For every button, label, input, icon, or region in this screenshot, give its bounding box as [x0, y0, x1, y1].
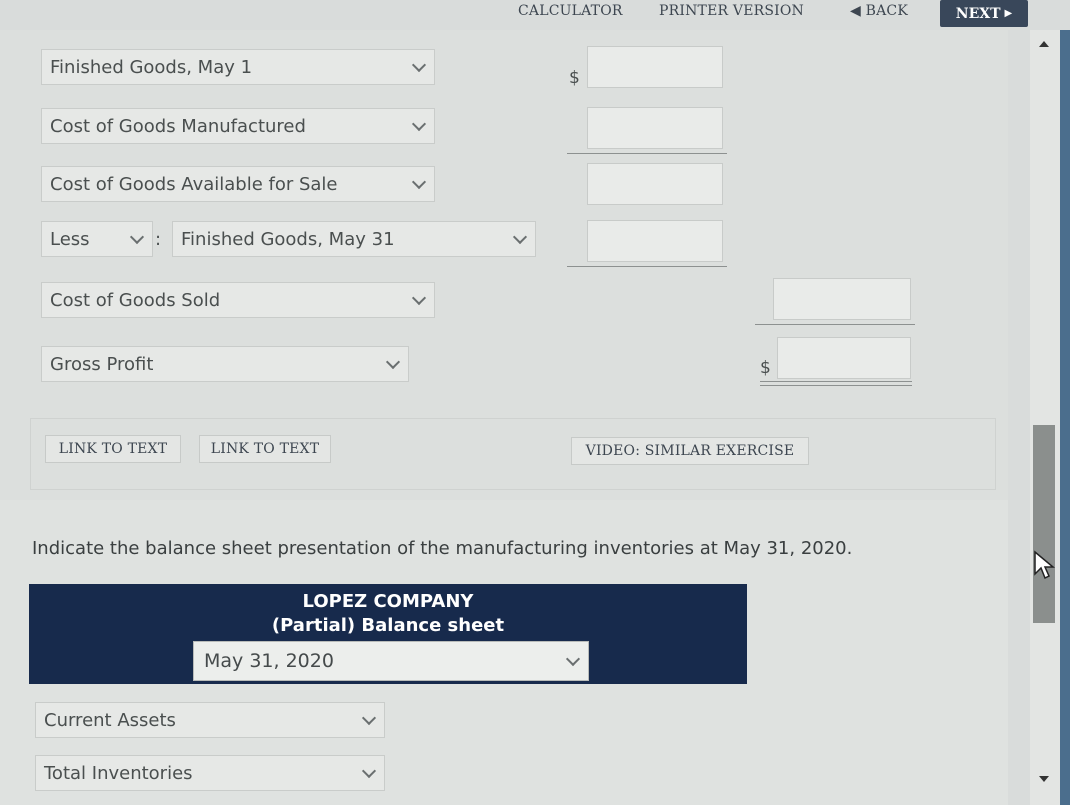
amount-input-row6[interactable] [777, 337, 911, 379]
vertical-scrollbar[interactable] [1030, 30, 1060, 805]
chevron-down-icon [411, 174, 427, 190]
scroll-down-icon[interactable] [1039, 776, 1049, 782]
colon-separator: : [155, 229, 162, 250]
scrollbar-thumb[interactable] [1033, 425, 1055, 623]
question-text: Indicate the balance sheet presentation … [32, 538, 853, 559]
next-label: NEXT [955, 5, 1001, 22]
current-assets-select[interactable]: Current Assets [35, 702, 385, 738]
cost-goods-sold-select[interactable]: Cost of Goods Sold [41, 282, 435, 318]
amount-input-row1[interactable] [587, 46, 723, 88]
caret-right-icon: ▶ [1004, 8, 1013, 19]
double-underline-top [760, 381, 912, 382]
select-value: Less [50, 228, 90, 250]
toolbar: CALCULATOR PRINTER VERSION ◀ BACK NEXT ▶ [0, 0, 1070, 30]
chevron-down-icon [411, 116, 427, 132]
link-to-text-button-1[interactable]: LINK TO TEXT [45, 435, 181, 463]
select-value: Finished Goods, May 31 [181, 228, 395, 250]
statement-title: (Partial) Balance sheet [271, 615, 505, 636]
chevron-down-icon [361, 710, 377, 726]
select-value: Cost of Goods Available for Sale [50, 173, 338, 195]
calculator-link[interactable]: CALCULATOR [518, 3, 623, 19]
back-label: BACK [865, 3, 908, 19]
underline [755, 324, 915, 325]
company-name: LOPEZ COMPANY [302, 591, 474, 612]
caret-left-icon: ◀ [850, 3, 861, 19]
gross-profit-select[interactable]: Gross Profit [41, 346, 409, 382]
chevron-down-icon [129, 229, 145, 245]
amount-input-row4[interactable] [587, 220, 723, 262]
link-to-text-button-2[interactable]: LINK TO TEXT [199, 435, 331, 463]
chevron-down-icon [411, 290, 427, 306]
select-value: Total Inventories [44, 762, 193, 784]
chevron-down-icon [565, 651, 581, 667]
double-underline-bottom [760, 385, 912, 386]
dollar-sign: $ [760, 358, 771, 378]
select-value: Current Assets [44, 709, 176, 731]
total-inventories-select[interactable]: Total Inventories [35, 755, 385, 791]
underline [567, 266, 727, 267]
select-value: Gross Profit [50, 353, 154, 375]
printer-version-link[interactable]: PRINTER VERSION [659, 3, 804, 19]
select-value: Cost of Goods Sold [50, 289, 221, 311]
amount-input-row3[interactable] [587, 163, 723, 205]
chevron-down-icon [385, 354, 401, 370]
chevron-down-icon [411, 57, 427, 73]
finished-goods-may1-select[interactable]: Finished Goods, May 1 [41, 49, 435, 85]
amount-input-row2[interactable] [587, 107, 723, 149]
scroll-up-icon[interactable] [1039, 41, 1049, 47]
back-link[interactable]: ◀ BACK [850, 3, 908, 19]
finished-goods-may31-select[interactable]: Finished Goods, May 31 [172, 221, 536, 257]
chevron-down-icon [361, 763, 377, 779]
next-button[interactable]: NEXT ▶ [940, 0, 1028, 27]
select-value: Finished Goods, May 1 [50, 56, 253, 78]
chevron-down-icon [512, 229, 528, 245]
underline [567, 153, 727, 154]
amount-input-row5[interactable] [773, 278, 911, 320]
cost-goods-manufactured-select[interactable]: Cost of Goods Manufactured [41, 108, 435, 144]
less-select[interactable]: Less [41, 221, 153, 257]
video-similar-exercise-button[interactable]: VIDEO: SIMILAR EXERCISE [571, 437, 809, 465]
select-value: Cost of Goods Manufactured [50, 115, 306, 137]
window-edge [1060, 30, 1070, 805]
mouse-pointer-icon [1034, 550, 1056, 580]
select-value: May 31, 2020 [204, 650, 334, 672]
cost-goods-available-select[interactable]: Cost of Goods Available for Sale [41, 166, 435, 202]
dollar-sign: $ [569, 68, 580, 88]
date-select[interactable]: May 31, 2020 [193, 641, 589, 681]
